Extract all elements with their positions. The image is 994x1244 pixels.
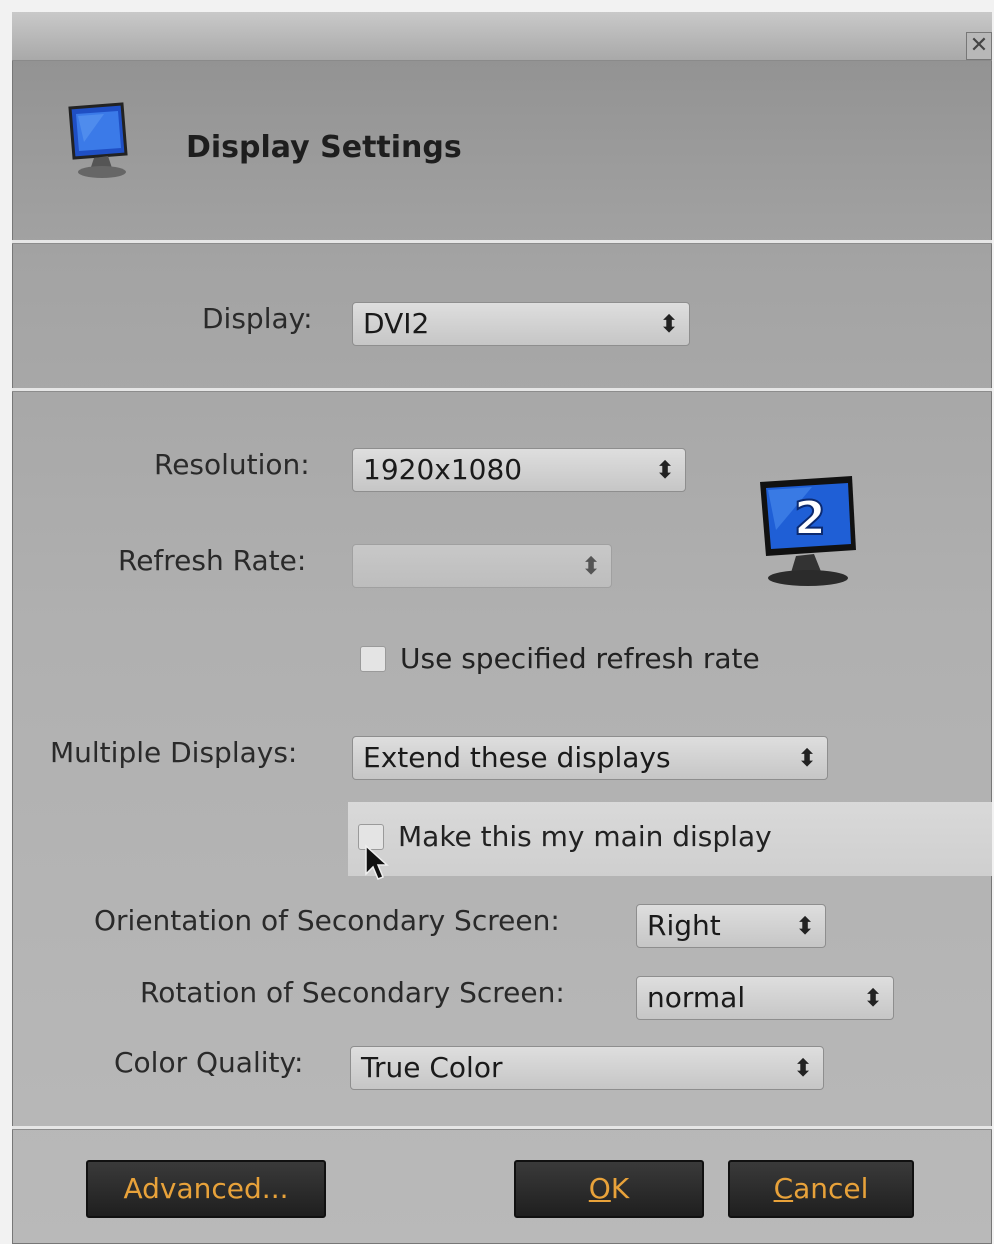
updown-arrows-icon: ⬍ bbox=[862, 984, 883, 1012]
resolution-value: 1920x1080 bbox=[363, 453, 523, 486]
color-quality-select[interactable]: True Color ⬍ bbox=[350, 1046, 824, 1090]
resolution-select[interactable]: 1920x1080 ⬍ bbox=[352, 448, 686, 492]
display-label: Display: bbox=[202, 302, 313, 335]
secondary-monitor-icon: 2 bbox=[760, 476, 856, 586]
display-value: DVI2 bbox=[363, 307, 430, 340]
updown-arrows-icon: ⬍ bbox=[658, 310, 679, 338]
multiple-displays-label: Multiple Displays: bbox=[50, 736, 298, 769]
cancel-button[interactable]: Cancel bbox=[728, 1160, 914, 1218]
updown-arrows-icon: ⬍ bbox=[792, 1054, 813, 1082]
title-bar[interactable]: ✕ bbox=[12, 12, 992, 61]
orientation-value: Right bbox=[647, 909, 721, 942]
display-select[interactable]: DVI2 ⬍ bbox=[352, 302, 690, 346]
use-refresh-rate-label: Use specified refresh rate bbox=[400, 642, 760, 675]
rotation-value: normal bbox=[647, 981, 746, 1014]
multiple-displays-value: Extend these displays bbox=[363, 741, 671, 774]
monitor-badge: 2 bbox=[794, 491, 826, 545]
rotation-select[interactable]: normal ⬍ bbox=[636, 976, 894, 1020]
ok-label-rest: K bbox=[610, 1172, 630, 1205]
updown-arrows-icon: ⬍ bbox=[796, 744, 817, 772]
refresh-rate-select[interactable]: ⬍ bbox=[352, 544, 612, 588]
separator bbox=[12, 240, 992, 243]
multiple-displays-select[interactable]: Extend these displays ⬍ bbox=[352, 736, 828, 780]
orientation-select[interactable]: Right ⬍ bbox=[636, 904, 826, 948]
display-settings-window: ✕ Display Settings Display: DVI2 ⬍ Resol… bbox=[12, 12, 992, 1244]
use-refresh-rate-checkbox[interactable] bbox=[360, 646, 386, 672]
main-display-label: Make this my main display bbox=[398, 820, 772, 853]
cancel-label-rest: ancel bbox=[793, 1172, 869, 1205]
color-quality-value: True Color bbox=[361, 1051, 503, 1084]
ok-mnemonic: O bbox=[588, 1172, 611, 1205]
separator bbox=[12, 388, 992, 391]
rotation-label: Rotation of Secondary Screen: bbox=[140, 976, 565, 1009]
refresh-rate-label: Refresh Rate: bbox=[118, 544, 307, 577]
mouse-pointer-icon bbox=[365, 844, 389, 880]
dialog-title: Display Settings bbox=[186, 130, 462, 165]
orientation-label: Orientation of Secondary Screen: bbox=[94, 904, 560, 937]
advanced-button[interactable]: Advanced... bbox=[86, 1160, 326, 1218]
updown-arrows-icon: ⬍ bbox=[580, 552, 601, 580]
resolution-label: Resolution: bbox=[154, 448, 310, 481]
updown-arrows-icon: ⬍ bbox=[654, 456, 675, 484]
ok-button[interactable]: OK bbox=[514, 1160, 704, 1218]
close-icon[interactable]: ✕ bbox=[966, 32, 992, 60]
cancel-mnemonic: C bbox=[773, 1172, 794, 1205]
separator bbox=[12, 1126, 992, 1129]
monitor-icon bbox=[68, 102, 128, 178]
updown-arrows-icon: ⬍ bbox=[794, 912, 815, 940]
color-quality-label: Color Quality: bbox=[114, 1046, 304, 1079]
